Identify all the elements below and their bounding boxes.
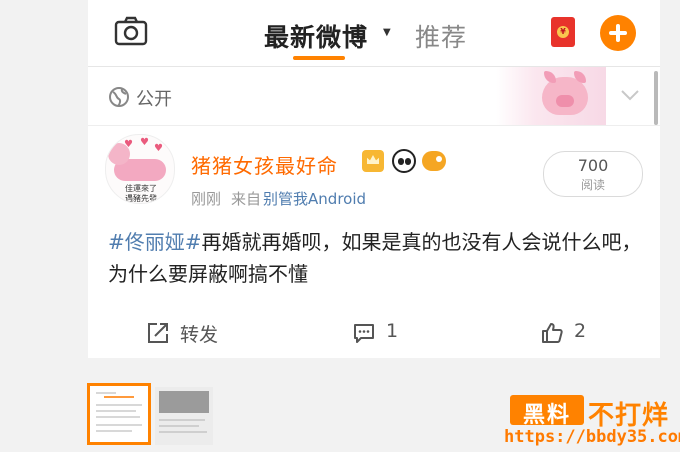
read-count-pill: 700 阅读 (543, 151, 643, 197)
source-prefix: 来自 (231, 190, 262, 208)
weibo-post-card: ♥ ♥ ♥ 佳運來了 遇豬先發 猪猪女孩最好命 刚刚 来自 别管我Android 7… (88, 126, 660, 358)
chevron-down-icon[interactable] (620, 87, 640, 101)
watermark-logo-text: 黑料 (522, 403, 571, 428)
watermark: 黑料 不打烊 https://bbdy35.com (504, 393, 680, 449)
right-margin (660, 0, 680, 452)
dropdown-caret-icon[interactable]: ▼ (383, 27, 391, 38)
post-username[interactable]: 猪猪女孩最好命 (191, 150, 338, 179)
watermark-logo-box: 黑料 (510, 395, 584, 428)
screenshot-stage: 最新微博 ▼ 推荐 ¥ 公开 ♥ ♥ ♥ 佳運來了 遇豬先發 猪猪女孩最好命 刚… (0, 0, 680, 452)
scrollbar[interactable] (654, 71, 658, 125)
post-time: 刚刚 (191, 190, 222, 208)
tab-latest-weibo[interactable]: 最新微博 (264, 18, 368, 54)
thumbs-up-icon (540, 321, 564, 345)
comment-button[interactable]: 1 (352, 318, 412, 348)
tab-recommend[interactable]: 推荐 (415, 18, 467, 54)
post-meta: 刚刚 来自 别管我Android (191, 188, 366, 209)
globe-icon (108, 86, 130, 108)
compose-plus-button[interactable] (600, 15, 636, 51)
read-count-label: 阅读 (580, 178, 605, 192)
post-action-bar: 转发 1 2 (88, 310, 660, 356)
visibility-bar[interactable]: 公开 (88, 67, 660, 126)
avatar-caption-line-2: 遇豬先發 (125, 194, 157, 203)
camera-icon[interactable] (114, 16, 148, 46)
read-count: 700 (577, 156, 609, 175)
pig-banner-image (496, 67, 606, 125)
vip-crown-badge-icon[interactable] (362, 150, 384, 172)
heart-icon: ♥ (140, 137, 149, 148)
thumbnail-selected[interactable] (87, 383, 151, 445)
comment-count: 1 (386, 320, 399, 342)
comment-icon (352, 321, 376, 345)
heart-icon: ♥ (154, 143, 163, 154)
panda-badge-icon[interactable] (392, 149, 416, 173)
visibility-label: 公开 (136, 89, 172, 110)
post-text: #佟丽娅#再婚就再婚呗，如果是真的也没有人会说什么吧，为什么要屏蔽啊搞不懂 (108, 226, 644, 290)
fish-badge-icon[interactable] (422, 151, 446, 171)
red-packet-icon[interactable]: ¥ (551, 17, 575, 47)
left-margin (0, 0, 88, 452)
repost-icon (146, 321, 170, 345)
post-source-link[interactable]: 别管我Android (263, 190, 366, 208)
avatar[interactable]: ♥ ♥ ♥ 佳運來了 遇豬先發 (105, 134, 175, 204)
like-button[interactable]: 2 (540, 318, 600, 348)
hashtag-link[interactable]: #佟丽娅# (108, 230, 202, 254)
repost-button[interactable]: 转发 (146, 318, 246, 348)
like-count: 2 (574, 320, 587, 342)
top-nav-bar: 最新微博 ▼ 推荐 ¥ (88, 0, 660, 67)
active-tab-indicator (293, 56, 345, 60)
thumbnail[interactable] (155, 387, 213, 445)
watermark-url: https://bbdy35.com (504, 427, 680, 447)
pig-head-illustration (108, 143, 130, 165)
repost-label: 转发 (180, 324, 219, 346)
